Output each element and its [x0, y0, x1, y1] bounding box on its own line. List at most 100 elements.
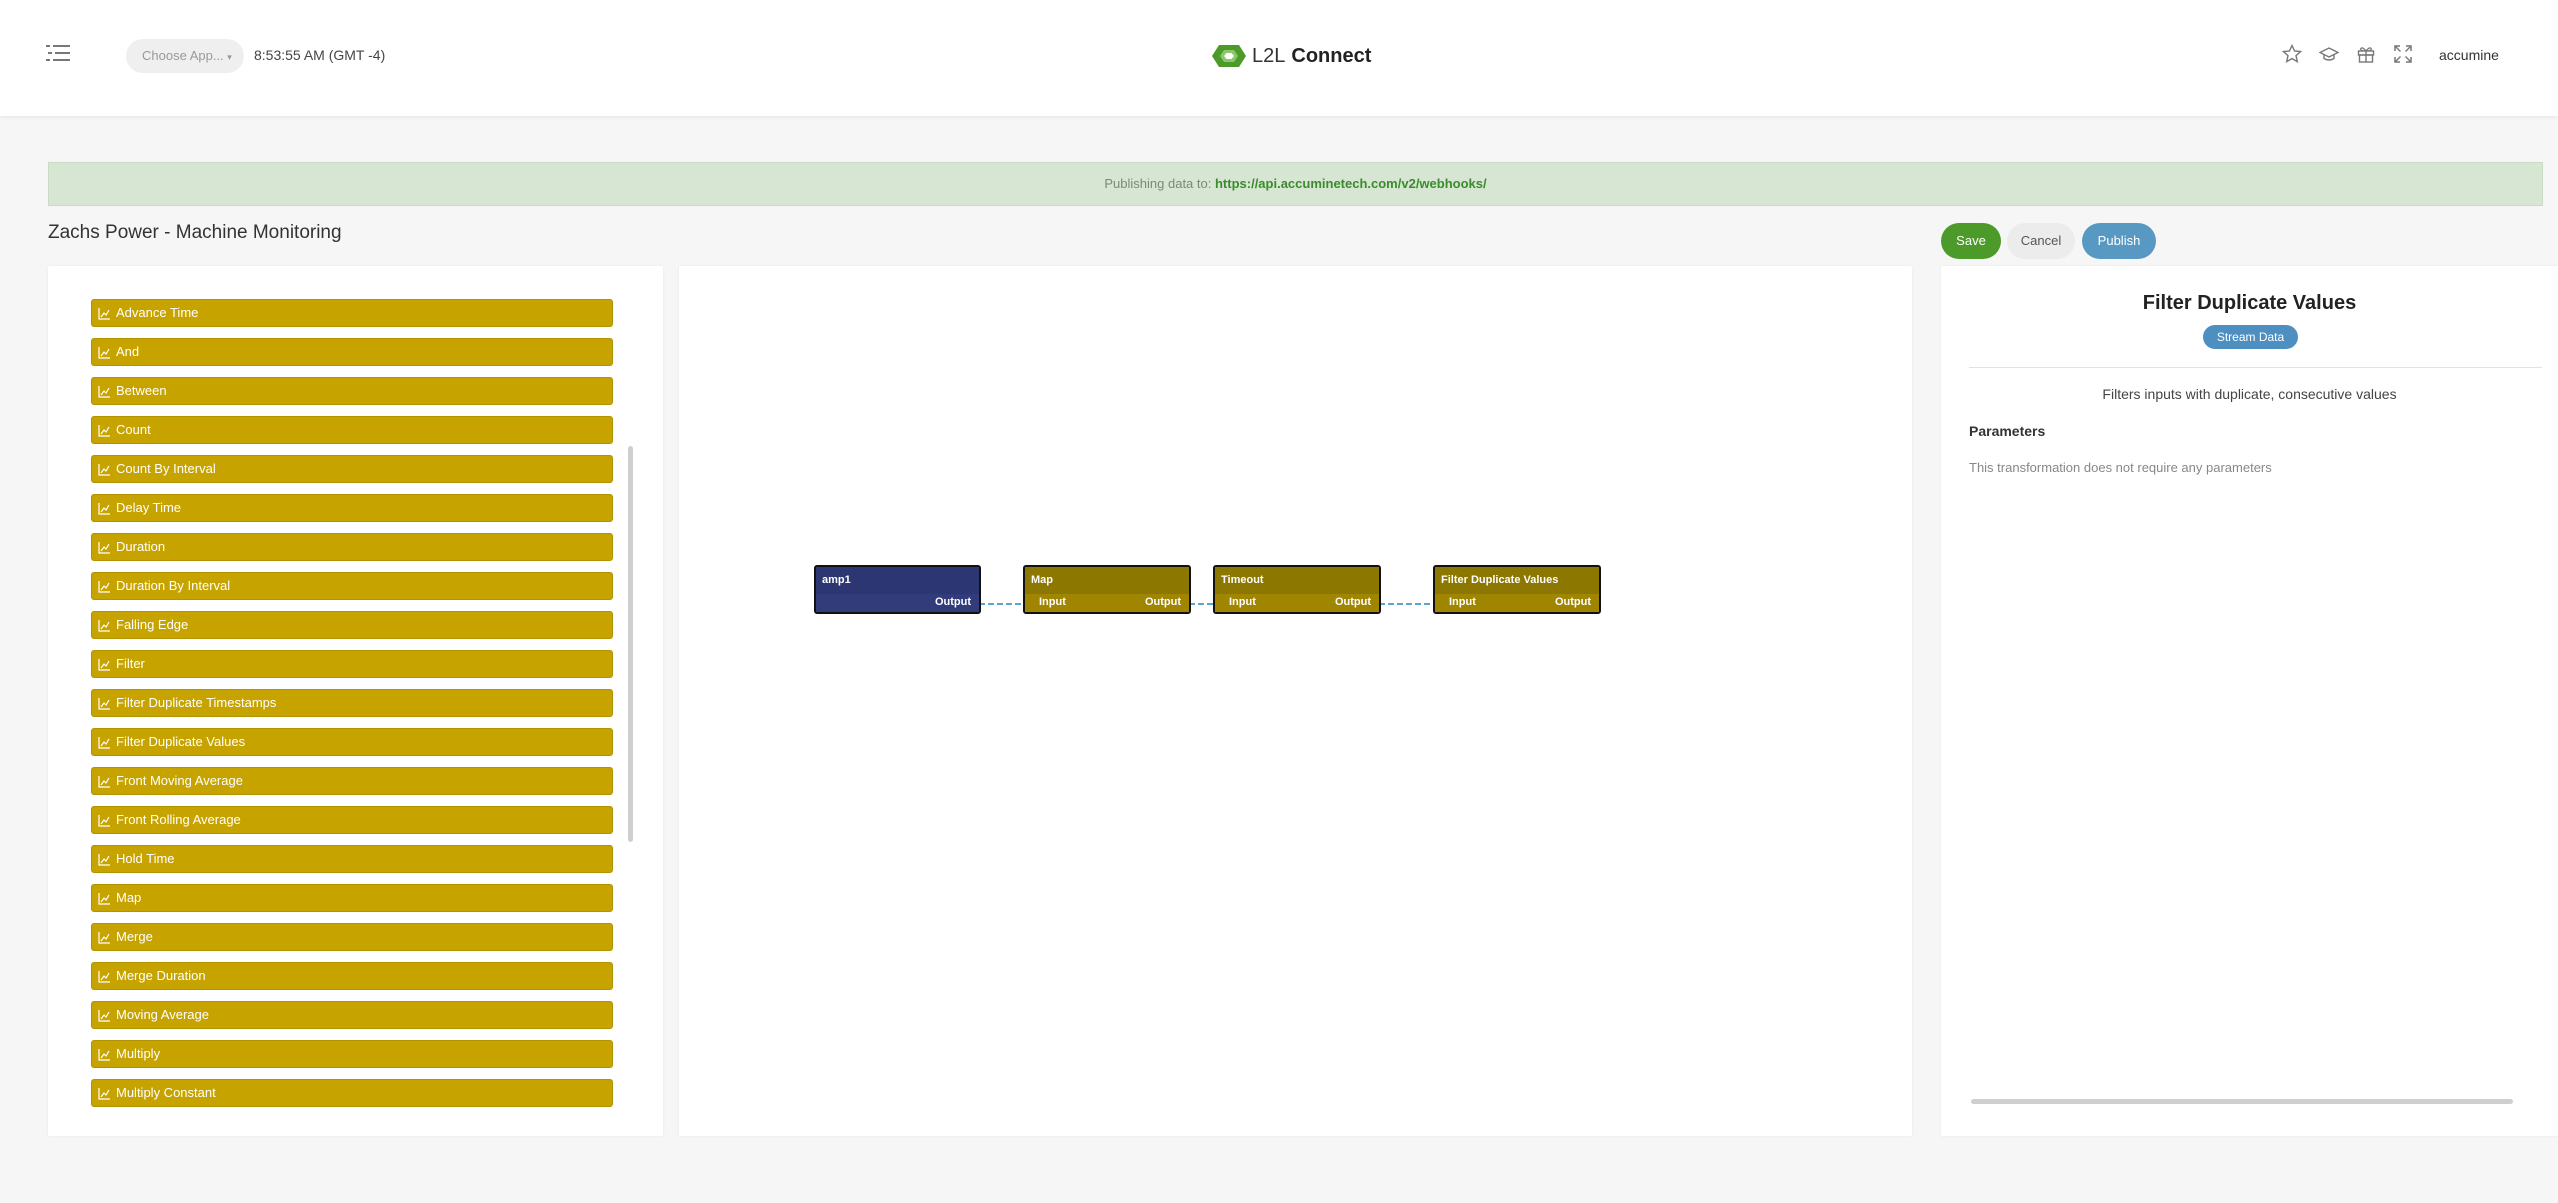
cancel-button[interactable]: Cancel — [2007, 223, 2075, 259]
l2l-logo-icon — [1212, 45, 1246, 67]
detail-title: Filter Duplicate Values — [2142, 292, 2357, 314]
chart-line-icon — [98, 580, 110, 593]
input-port[interactable]: Input — [1229, 594, 1256, 612]
chart-line-icon — [98, 541, 110, 554]
palette-scrollbar[interactable] — [628, 446, 633, 842]
palette-item[interactable]: Merge Duration — [91, 962, 613, 990]
chart-line-icon — [98, 853, 110, 866]
gift-icon[interactable] — [2356, 44, 2376, 64]
app-selector-label: Choose App... — [142, 48, 224, 63]
transformation-detail-panel: Filter Duplicate Values Stream Data Filt… — [1941, 266, 2558, 1136]
palette-item-label: Multiply — [116, 1046, 161, 1061]
chart-line-icon — [98, 970, 110, 983]
app-selector-dropdown[interactable]: Choose App... ▾ — [126, 39, 244, 73]
palette-item[interactable]: Multiply — [91, 1040, 613, 1068]
palette-item[interactable]: Hold Time — [91, 845, 613, 873]
palette-item-label: Advance Time — [116, 305, 199, 320]
chart-line-icon — [98, 775, 110, 788]
palette-item-label: And — [116, 344, 140, 359]
palette-item[interactable]: Between — [91, 377, 613, 405]
palette-item[interactable]: Map — [91, 884, 613, 912]
palette-item-label: Count By Interval — [116, 461, 216, 476]
palette-item-label: Between — [116, 383, 167, 398]
node-title: Map — [1025, 567, 1189, 594]
app-logo[interactable]: L2L Connect — [1212, 44, 1371, 68]
palette-item[interactable]: Count By Interval — [91, 455, 613, 483]
palette-item-label: Front Moving Average — [116, 773, 243, 788]
graduation-cap-icon[interactable] — [2319, 44, 2339, 64]
node-title: amp1 — [816, 567, 979, 594]
palette-item-label: Merge Duration — [116, 968, 206, 983]
palette-item[interactable]: Multiply Constant — [91, 1079, 613, 1107]
palette-item[interactable]: Filter Duplicate Values — [91, 728, 613, 756]
publish-button[interactable]: Publish — [2082, 223, 2156, 259]
palette-item[interactable]: Duration — [91, 533, 613, 561]
page-title: Zachs Power - Machine Monitoring — [48, 222, 342, 243]
palette-item-label: Count — [116, 422, 151, 437]
palette-item-label: Duration By Interval — [116, 578, 231, 593]
output-port[interactable]: Output — [1335, 594, 1371, 612]
palette-item[interactable]: Moving Average — [91, 1001, 613, 1029]
palette-item[interactable]: Filter — [91, 650, 613, 678]
flow-canvas[interactable]: amp1 Output Map Input Output Timeout Inp… — [679, 266, 1912, 1136]
palette-item-label: Delay Time — [116, 500, 182, 515]
palette-list: Advance Time And Between Count Count By Inte… — [91, 299, 613, 1118]
palette-item-label: Multiply Constant — [116, 1085, 216, 1100]
horizontal-scrollbar[interactable] — [1971, 1099, 2513, 1104]
palette-item[interactable]: Count — [91, 416, 613, 444]
detail-description: Filters inputs with duplicate, consecuti… — [2102, 386, 2397, 402]
palette-item[interactable]: Merge — [91, 923, 613, 951]
save-button[interactable]: Save — [1941, 223, 2001, 259]
palette-item-label: Moving Average — [116, 1007, 209, 1022]
palette-item[interactable]: Front Rolling Average — [91, 806, 613, 834]
user-menu[interactable]: accumine — [2439, 47, 2499, 63]
palette-item-label: Filter — [116, 656, 145, 671]
palette-item[interactable]: Front Moving Average — [91, 767, 613, 795]
transformation-palette: Advance Time And Between Count Count By Inte… — [48, 266, 663, 1136]
palette-item[interactable]: Advance Time — [91, 299, 613, 327]
palette-item[interactable]: Filter Duplicate Timestamps — [91, 689, 613, 717]
clock: 8:53:55 AM (GMT -4) — [254, 47, 386, 63]
chart-line-icon — [98, 697, 110, 710]
parameters-note: This transformation does not require any… — [1969, 460, 2272, 475]
flow-node-timeout[interactable]: Timeout Input Output — [1213, 565, 1381, 614]
chart-line-icon — [98, 1009, 110, 1022]
chart-line-icon — [98, 619, 110, 632]
flow-node-filter-duplicate-values[interactable]: Filter Duplicate Values Input Output — [1433, 565, 1601, 614]
chart-line-icon — [98, 1087, 110, 1100]
palette-item-label: Map — [116, 890, 142, 905]
chart-line-icon — [98, 931, 110, 944]
logo-connect-text: Connect — [1291, 44, 1372, 67]
palette-item[interactable]: Falling Edge — [91, 611, 613, 639]
input-port[interactable]: Input — [1449, 594, 1476, 612]
logo-l2l-text: L2L — [1252, 44, 1286, 67]
palette-item[interactable]: And — [91, 338, 613, 366]
chart-line-icon — [98, 307, 110, 320]
top-header: Choose App... ▾ 8:53:55 AM (GMT -4) L2L … — [0, 0, 2558, 116]
palette-item[interactable]: Delay Time — [91, 494, 613, 522]
publish-banner-prefix: Publishing data to: — [1104, 176, 1212, 191]
chart-line-icon — [98, 814, 110, 827]
chart-line-icon — [98, 385, 110, 398]
chart-line-icon — [98, 424, 110, 437]
star-icon[interactable] — [2282, 44, 2302, 64]
output-port[interactable]: Output — [1145, 594, 1181, 612]
palette-item-label: Falling Edge — [116, 617, 189, 632]
output-port[interactable]: Output — [935, 594, 971, 612]
flow-node-source[interactable]: amp1 Output — [814, 565, 981, 614]
chart-line-icon — [98, 502, 110, 515]
chart-line-icon — [98, 736, 110, 749]
chart-line-icon — [98, 463, 110, 476]
flow-node-map[interactable]: Map Input Output — [1023, 565, 1191, 614]
chart-line-icon — [98, 658, 110, 671]
publish-banner: Publishing data to: https://api.accumine… — [48, 162, 2543, 206]
input-port[interactable]: Input — [1039, 594, 1066, 612]
palette-item[interactable]: Duration By Interval — [91, 572, 613, 600]
caret-down-icon: ▾ — [227, 52, 232, 62]
node-title: Timeout — [1215, 567, 1379, 594]
node-title: Filter Duplicate Values — [1435, 567, 1599, 594]
output-port[interactable]: Output — [1555, 594, 1591, 612]
publish-url-link[interactable]: https://api.accuminetech.com/v2/webhooks… — [1215, 176, 1487, 191]
fullscreen-icon[interactable] — [2393, 44, 2413, 64]
list-menu-icon[interactable] — [46, 44, 70, 62]
